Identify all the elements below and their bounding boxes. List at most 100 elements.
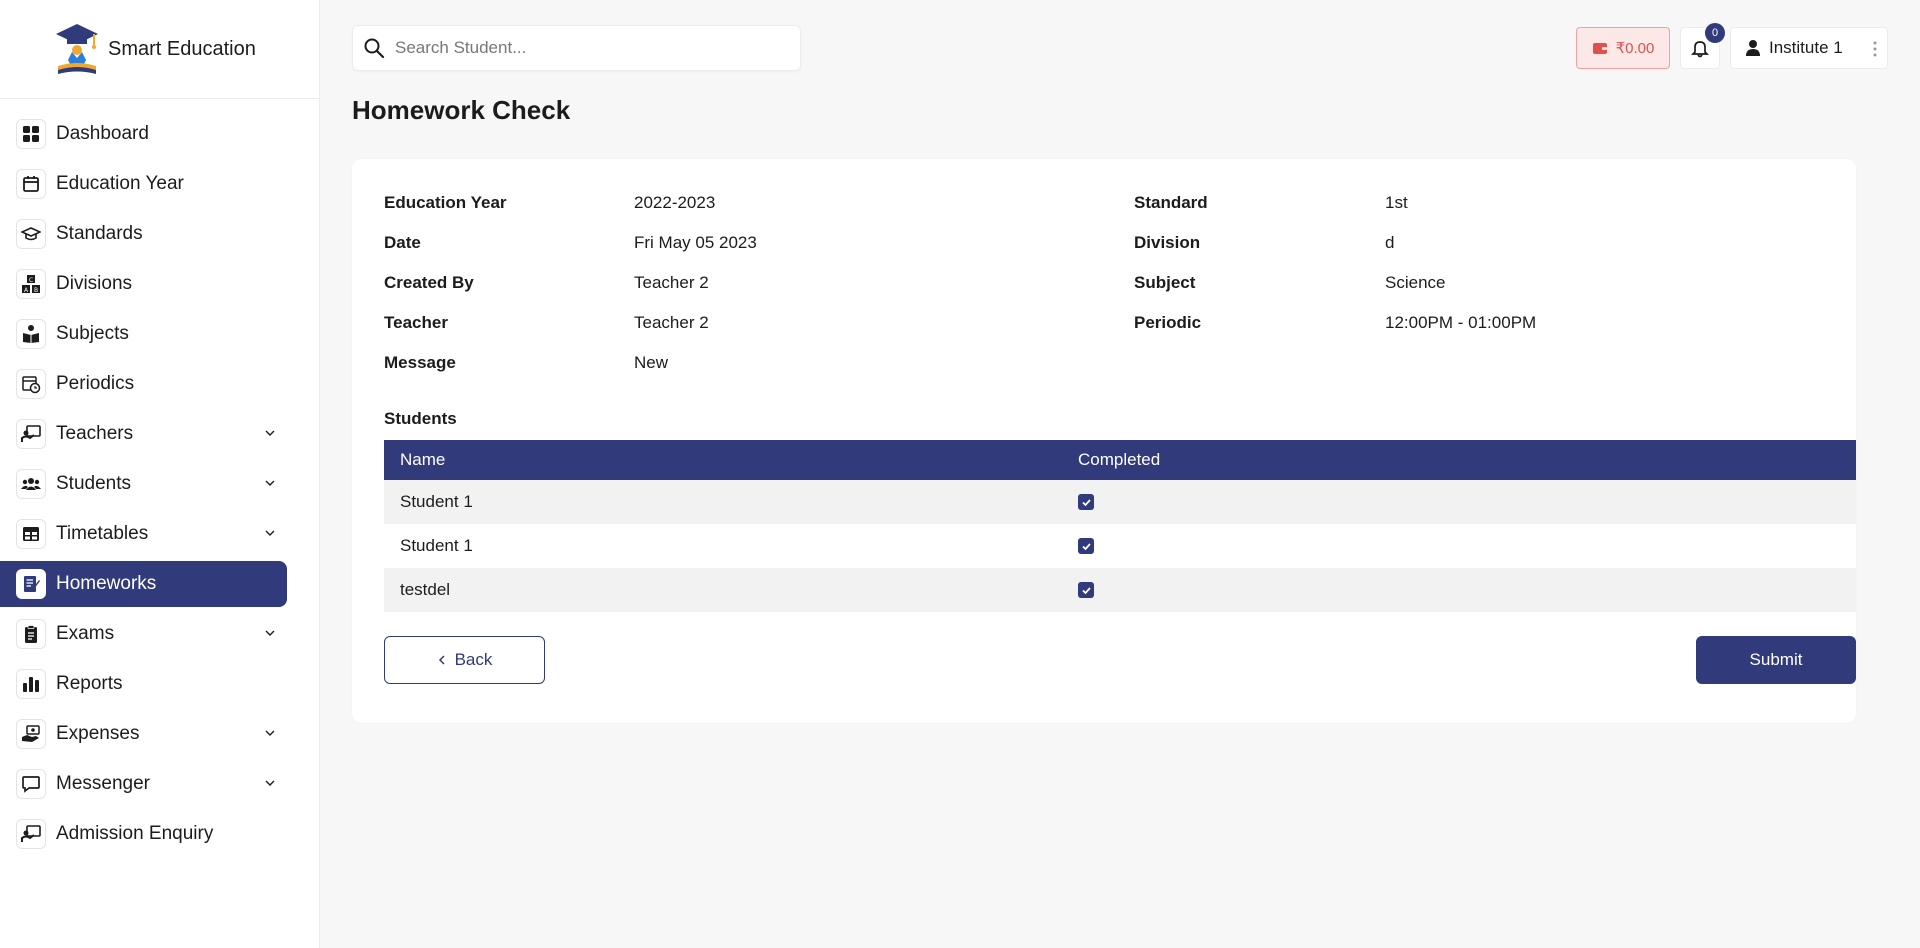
calendar-clock-icon <box>22 376 41 394</box>
detail-label: Message <box>384 353 456 372</box>
students-section-title: Students <box>384 409 457 428</box>
sidebar-item-homeworks[interactable]: Homeworks <box>0 561 287 607</box>
chevron-down-icon <box>265 780 275 786</box>
sidebar-item-subjects[interactable]: Subjects <box>0 311 287 357</box>
brand-name: Smart Education <box>108 37 256 60</box>
wallet-amount: ₹0.00 <box>1615 40 1655 57</box>
student-name: Student 1 <box>400 536 473 555</box>
chevron-down-icon <box>265 730 275 736</box>
completed-checkbox[interactable] <box>1078 582 1094 598</box>
sidebar-item-label: Teachers <box>56 423 134 444</box>
sidebar-item-label: Divisions <box>56 273 133 294</box>
more-vertical-icon[interactable] <box>1873 40 1877 58</box>
homework-icon <box>24 576 40 592</box>
sidebar-item-students[interactable]: Students <box>0 461 287 507</box>
calendar-icon <box>23 176 39 192</box>
bell-icon <box>1690 41 1710 58</box>
sidebar-item-expenses[interactable]: Expenses <box>0 711 287 757</box>
detail-value: Teacher 2 <box>634 273 709 292</box>
sidebar-item-label: Subjects <box>56 323 129 344</box>
search-icon <box>364 38 385 59</box>
book-reader-icon <box>23 325 39 343</box>
sidebar: Smart Education Dashboard Education Year… <box>0 0 320 948</box>
check-icon <box>1081 586 1091 594</box>
detail-value: 2022-2023 <box>634 193 716 212</box>
brand[interactable]: Smart Education <box>0 0 319 99</box>
sidebar-item-divisions[interactable]: CAB Divisions <box>0 261 287 307</box>
chevron-down-icon <box>265 630 275 636</box>
svg-text:C: C <box>29 277 33 284</box>
sidebar-item-exams[interactable]: Exams <box>0 611 287 657</box>
sidebar-item-education-year[interactable]: Education Year <box>0 161 287 207</box>
back-button-label: Back <box>454 650 493 669</box>
logo-icon <box>56 24 98 74</box>
bar-chart-icon <box>23 677 39 692</box>
submit-button-label: Submit <box>1749 650 1803 669</box>
column-header-completed: Completed <box>1078 450 1161 469</box>
detail-label: Education Year <box>384 193 507 212</box>
sidebar-item-label: Periodics <box>56 373 135 394</box>
sidebar-item-label: Standards <box>56 223 143 244</box>
column-header-name: Name <box>400 450 446 469</box>
table-row: Student 1 <box>384 480 1856 524</box>
completed-checkbox[interactable] <box>1078 494 1094 510</box>
user-icon <box>1746 40 1760 56</box>
sidebar-item-reports[interactable]: Reports <box>0 661 287 707</box>
student-name: testdel <box>400 580 451 599</box>
sidebar-item-label: Students <box>56 473 131 494</box>
table-row: testdel <box>384 568 1856 612</box>
sidebar-item-label: Exams <box>56 623 115 644</box>
teacher-board-icon <box>21 425 41 442</box>
teacher-board-icon <box>21 825 41 842</box>
detail-value: Science <box>1385 273 1446 292</box>
detail-value: 1st <box>1385 193 1408 212</box>
sidebar-nav: Dashboard Education Year Standards CAB D… <box>0 99 319 857</box>
submit-button[interactable]: Submit <box>1696 636 1856 684</box>
dashboard-icon <box>23 126 39 142</box>
detail-label: Created By <box>384 273 474 292</box>
homework-details-card: Education Year 2022-2023 Date Fri May 05… <box>352 159 1856 723</box>
detail-value: New <box>634 353 669 372</box>
back-button[interactable]: Back <box>384 636 545 684</box>
student-name: Student 1 <box>400 492 473 511</box>
sidebar-item-label: Education Year <box>56 173 184 194</box>
table-row: Student 1 <box>384 524 1856 568</box>
detail-value: d <box>1385 233 1395 252</box>
detail-value: Teacher 2 <box>634 313 709 332</box>
sidebar-item-standards[interactable]: Standards <box>0 211 287 257</box>
completed-checkbox[interactable] <box>1078 538 1094 554</box>
detail-label: Teacher <box>384 313 448 332</box>
students-table: Name Completed Student 1 Student 1 testd… <box>384 440 1856 612</box>
notification-count-badge: 0 <box>1705 23 1725 43</box>
detail-value: 12:00PM - 01:00PM <box>1385 313 1537 332</box>
chevron-down-icon <box>265 480 275 486</box>
sidebar-item-messenger[interactable]: Messenger <box>0 761 287 807</box>
chevron-down-icon <box>265 430 275 436</box>
sidebar-item-label: Timetables <box>56 523 149 544</box>
table-header: Name Completed <box>384 440 1856 480</box>
search-input[interactable] <box>395 38 775 58</box>
detail-label: Date <box>384 233 421 252</box>
wallet-icon <box>1592 43 1607 54</box>
wallet-balance-button[interactable]: ₹0.00 <box>1576 27 1670 69</box>
sidebar-item-periodics[interactable]: Periodics <box>0 361 287 407</box>
sidebar-item-dashboard[interactable]: Dashboard <box>0 111 287 157</box>
sidebar-item-admission-enquiry[interactable]: Admission Enquiry <box>0 811 287 857</box>
user-menu[interactable]: Institute 1 <box>1730 27 1888 69</box>
detail-label: Division <box>1134 233 1201 252</box>
detail-value: Fri May 05 2023 <box>634 233 757 252</box>
chevron-left-icon <box>438 655 445 665</box>
detail-label: Periodic <box>1134 313 1202 332</box>
search-bar[interactable] <box>352 25 801 71</box>
message-icon <box>22 776 40 793</box>
sidebar-item-label: Admission Enquiry <box>56 823 214 844</box>
sidebar-item-label: Reports <box>56 673 123 694</box>
chevron-down-icon <box>265 530 275 536</box>
sidebar-item-timetables[interactable]: Timetables <box>0 511 287 557</box>
sidebar-item-teachers[interactable]: Teachers <box>0 411 287 457</box>
svg-text:B: B <box>34 287 38 294</box>
user-name: Institute 1 <box>1769 38 1843 57</box>
sidebar-item-label: Messenger <box>56 773 150 794</box>
check-icon <box>1081 542 1091 550</box>
sidebar-item-label: Dashboard <box>56 123 149 144</box>
